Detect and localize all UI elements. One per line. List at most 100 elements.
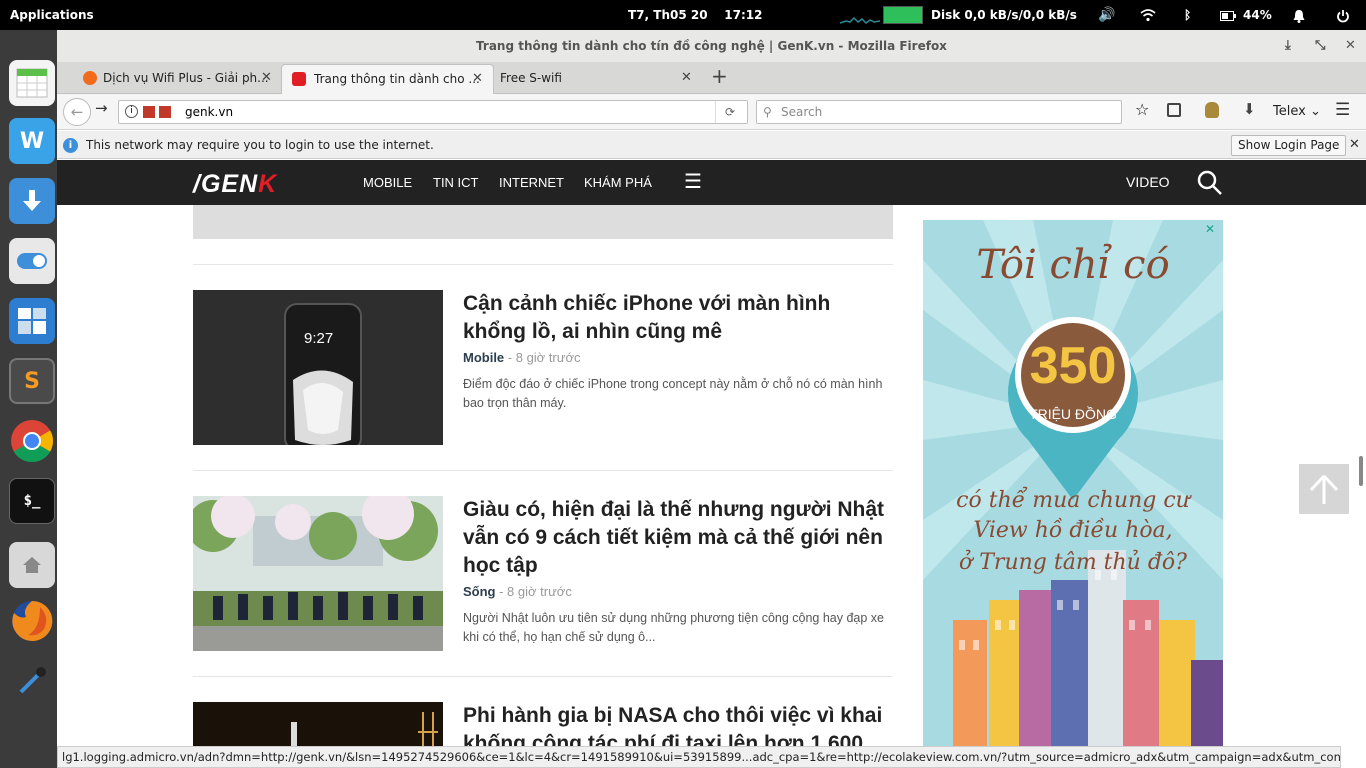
telex-input-method[interactable]: Telex ⌄: [1273, 104, 1321, 119]
chrome-icon[interactable]: [9, 418, 55, 464]
search-placeholder: Search: [781, 105, 823, 119]
search-icon: ⚲: [763, 105, 772, 119]
notifications-icon[interactable]: [1292, 0, 1306, 30]
tab-bar: Dịch vụ Wifi Plus - Giải ph... ✕ Trang t…: [57, 62, 1366, 94]
web-page: /GENK MOBILE TIN ICT INTERNET KHÁM PHÁ ☰…: [57, 160, 1366, 768]
article-thumbnail[interactable]: [193, 496, 443, 651]
firefox-icon[interactable]: [9, 598, 55, 644]
article-meta: Sống - 8 giờ trước: [463, 584, 572, 599]
disk-indicator: Disk 0,0 kB/s/0,0 kB/s: [931, 8, 1077, 22]
article-title[interactable]: Giàu có, hiện đại là thế nhưng người Nhậ…: [463, 496, 893, 580]
settings-toggle-icon[interactable]: [9, 238, 55, 284]
home-folder-icon[interactable]: [9, 542, 55, 588]
ad-unit: TRIỆU ĐỒNG: [1029, 406, 1117, 422]
article-card[interactable]: 9:27 Cận cảnh chiếc iPhone với màn hình …: [193, 290, 893, 450]
new-tab-button[interactable]: +: [711, 64, 728, 88]
nav-internet[interactable]: INTERNET: [499, 160, 564, 205]
clock[interactable]: T7, Th05 20 17:12: [628, 0, 762, 30]
restore-icon[interactable]: ⤡: [1315, 30, 1325, 62]
url-text[interactable]: genk.vn: [185, 101, 233, 123]
tracking-blocked-icon: [143, 106, 155, 118]
tab-wifi-plus[interactable]: Dịch vụ Wifi Plus - Giải ph... ✕: [71, 64, 281, 94]
mixed-content-icon: [159, 106, 171, 118]
ad-headline: Tôi chỉ có: [976, 242, 1170, 288]
site-search-icon[interactable]: [1197, 170, 1223, 199]
link-status-bar: lg1.logging.admicro.vn/adn?dmn=http://ge…: [57, 746, 1341, 768]
bluetooth-icon[interactable]: ᛒ: [1184, 0, 1191, 30]
article-time: - 8 giờ trước: [495, 584, 572, 599]
show-login-page-button[interactable]: Show Login Page: [1231, 135, 1347, 156]
downloads-icon[interactable]: ⬇: [1243, 100, 1256, 118]
article-category[interactable]: Sống: [463, 584, 496, 599]
divider: [193, 676, 893, 677]
nav-mobile[interactable]: MOBILE: [363, 160, 412, 205]
close-tab-icon[interactable]: ✕: [261, 64, 272, 92]
close-tab-icon[interactable]: ✕: [472, 65, 483, 93]
battery-icon[interactable]: [1220, 0, 1236, 30]
article-thumbnail[interactable]: 9:27: [193, 290, 443, 445]
terminal-icon[interactable]: $_: [9, 478, 55, 524]
adchoices-icon[interactable]: ✕: [1205, 222, 1215, 236]
battery-percent: 44%: [1243, 8, 1272, 22]
url-bar[interactable]: i genk.vn ⟳: [118, 100, 748, 124]
info-icon[interactable]: i: [125, 105, 138, 118]
menu-icon[interactable]: ☰: [1335, 100, 1350, 120]
extension-icon[interactable]: [1205, 102, 1219, 118]
back-to-top-button[interactable]: [1299, 464, 1349, 514]
advertisement-banner[interactable]: ✕ Tôi chỉ có 350 TRIỆU ĐỒNG có thể mua c…: [923, 220, 1223, 768]
close-tab-icon[interactable]: ✕: [681, 64, 692, 92]
cpu-graph: [839, 6, 881, 24]
article-card[interactable]: Giàu có, hiện đại là thế nhưng người Nhậ…: [193, 496, 893, 656]
minimize-icon[interactable]: ⤓: [1285, 30, 1291, 62]
info-icon: i: [63, 138, 78, 153]
firefox-window: Trang thông tin dành cho tín đồ công ngh…: [57, 30, 1366, 768]
divider: [193, 470, 893, 471]
download-icon[interactable]: [9, 178, 55, 224]
calendar-icon[interactable]: [9, 60, 55, 106]
dock: W S $_: [0, 30, 57, 768]
hamburger-menu-icon[interactable]: ☰: [684, 160, 702, 205]
genk-logo[interactable]: /GENK: [193, 170, 277, 199]
applications-menu[interactable]: Applications: [10, 0, 94, 30]
power-icon[interactable]: [1336, 0, 1350, 30]
page-scrollbar-thumb[interactable]: [1359, 456, 1363, 486]
tab-genk[interactable]: Trang thông tin dành cho ... ✕: [281, 64, 494, 94]
close-notification-icon[interactable]: ✕: [1349, 131, 1360, 159]
url-divider: [715, 101, 716, 123]
genk-favicon: [292, 72, 306, 86]
article-title[interactable]: Cận cảnh chiếc iPhone với màn hình khổng…: [463, 290, 893, 346]
article-description: Người Nhật luôn ưu tiên sử dụng những ph…: [463, 611, 885, 644]
article-description: Điểm độc đáo ở chiếc iPhone trong concep…: [463, 377, 883, 410]
notification-text: This network may require you to login to…: [86, 138, 434, 152]
genk-navbar: /GENK MOBILE TIN ICT INTERNET KHÁM PHÁ ☰…: [57, 160, 1366, 205]
ad-amount: 350: [1029, 337, 1117, 395]
bookmark-star-icon[interactable]: ☆: [1135, 100, 1149, 119]
divider: [193, 264, 893, 265]
nav-kham-pha[interactable]: KHÁM PHÁ: [584, 160, 652, 205]
window-titlebar: Trang thông tin dành cho tín đồ công ngh…: [57, 30, 1366, 62]
article-meta: Mobile - 8 giờ trước: [463, 350, 581, 365]
close-window-icon[interactable]: ✕: [1345, 30, 1356, 62]
article-category[interactable]: Mobile: [463, 350, 504, 365]
back-button[interactable]: ←: [63, 98, 91, 126]
ad-line-4: ở Trung tâm thủ đô?: [959, 550, 1187, 575]
wifi-icon[interactable]: [1140, 0, 1156, 30]
nav-video[interactable]: VIDEO: [1126, 160, 1170, 205]
nav-tin-ict[interactable]: TIN ICT: [433, 160, 479, 205]
forward-button[interactable]: →: [95, 99, 108, 117]
top-panel: Applications T7, Th05 20 17:12 Disk 0,0 …: [0, 0, 1366, 30]
writer-icon[interactable]: W: [9, 118, 55, 164]
color-picker-icon[interactable]: [9, 658, 55, 704]
previous-item-image: [193, 205, 893, 239]
ad-line-3: View hồ điều hòa,: [973, 518, 1173, 543]
workspaces-icon[interactable]: [9, 298, 55, 344]
tab-free-s-wifi[interactable]: Free S-wifi ✕: [494, 64, 704, 94]
navigation-toolbar: ← → i genk.vn ⟳ ⚲ Search ☆ ⬇ Telex ⌄ ☰: [57, 94, 1366, 130]
wifi-plus-favicon: [83, 71, 97, 85]
reload-icon[interactable]: ⟳: [725, 101, 735, 123]
sublime-text-icon[interactable]: S: [9, 358, 55, 404]
volume-icon[interactable]: 🔊: [1098, 0, 1115, 30]
reading-list-icon[interactable]: [1167, 103, 1181, 117]
article-time: - 8 giờ trước: [504, 350, 581, 365]
search-bar[interactable]: ⚲ Search: [756, 100, 1122, 124]
